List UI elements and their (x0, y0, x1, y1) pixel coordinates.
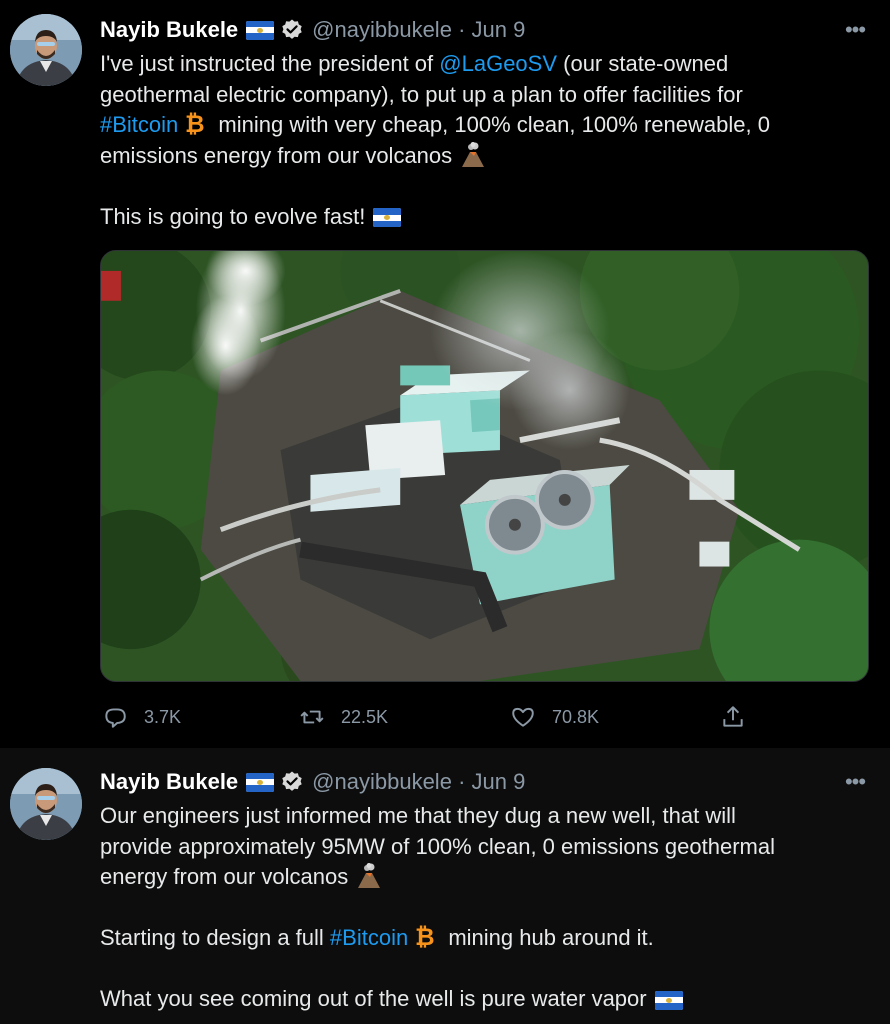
retweet-icon (300, 710, 324, 724)
separator-dot: · (458, 769, 466, 794)
author-handle[interactable]: @nayibbukele (312, 17, 452, 43)
hashtag-link[interactable]: #Bitcoin (330, 925, 408, 950)
author-name[interactable]: Nayib Bukele (100, 17, 238, 43)
like-button[interactable]: 70.8K (510, 700, 599, 734)
tweet-actions: 3.7K 22.5K 70.8K (100, 700, 760, 734)
bitcoin-icon: ₿ (185, 110, 204, 136)
tweet-date[interactable]: Jun 9 (472, 769, 526, 795)
reply-count: 3.7K (144, 706, 182, 727)
tweet-2[interactable]: Nayib Bukele @nayibbukele · Jun 9 ••• Ou… (0, 748, 890, 1024)
separator-dot: · (458, 17, 466, 42)
verified-badge-icon (282, 771, 302, 791)
svg-text:₿: ₿ (415, 923, 434, 949)
tweet-text: Our engineers just informed me that they… (100, 803, 775, 1011)
author-name[interactable]: Nayib Bukele (100, 769, 238, 795)
avatar[interactable] (10, 768, 82, 840)
volcano-icon (462, 141, 485, 167)
share-button[interactable] (720, 700, 762, 734)
like-icon (512, 707, 534, 727)
hashtag-link[interactable]: #Bitcoin (100, 112, 178, 137)
more-icon[interactable]: ••• (842, 771, 868, 793)
mention-link[interactable]: @LaGeoSV (439, 51, 557, 76)
verified-badge-icon (282, 19, 302, 39)
retweet-count: 22.5K (341, 706, 389, 727)
tweet-text: I've just instructed the president of @L… (100, 51, 770, 229)
tweet-header: Nayib Bukele @nayibbukele · Jun 9 (100, 764, 525, 800)
avatar[interactable] (10, 14, 82, 86)
tweet-1[interactable]: Nayib Bukele @nayibbukele · Jun 9 ••• I'… (0, 0, 890, 748)
tweet-image-geothermal-plant[interactable] (100, 250, 869, 682)
el-salvador-flag-icon (246, 772, 275, 792)
more-icon[interactable]: ••• (842, 19, 868, 41)
like-count: 70.8K (552, 706, 600, 727)
retweet-button[interactable]: 22.5K (299, 700, 388, 734)
share-icon (723, 706, 743, 727)
tweet-date[interactable]: Jun 9 (472, 17, 526, 43)
el-salvador-flag-icon (373, 208, 402, 228)
svg-text:₿: ₿ (185, 110, 204, 136)
author-handle[interactable]: @nayibbukele (312, 769, 452, 795)
volcano-icon (358, 863, 381, 888)
reply-button[interactable]: 3.7K (102, 700, 181, 734)
el-salvador-flag-icon (246, 20, 275, 40)
bitcoin-icon: ₿ (415, 923, 434, 949)
el-salvador-flag-icon (654, 990, 683, 1010)
tweet-header: Nayib Bukele @nayibbukele · Jun 9 (100, 12, 525, 48)
reply-icon (105, 708, 126, 728)
